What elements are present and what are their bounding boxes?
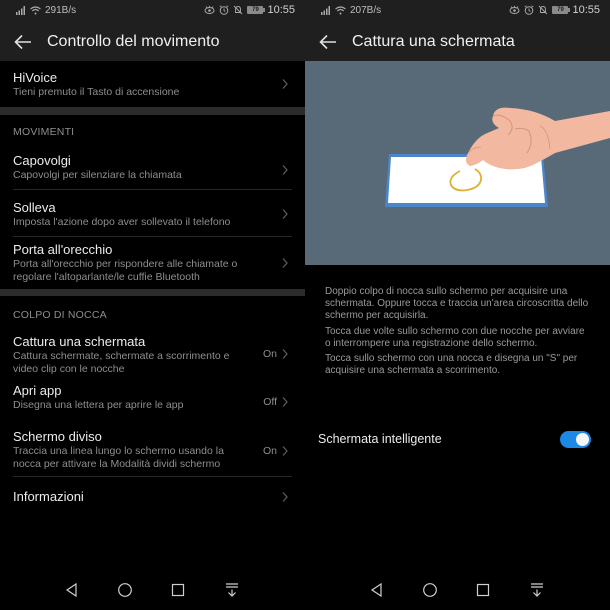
item-title: Schermo diviso [13,429,102,444]
chevron-right-icon [282,492,288,502]
alarm-icon [220,5,229,15]
back-icon[interactable] [64,582,80,598]
screenshot-settings-screen: 207B/s 79 10:55 Cattura una schermata Do… [305,0,610,610]
description-paragraph: Tocca due volte sullo schermo con due no… [325,325,585,349]
notification-pull-icon[interactable] [529,582,545,598]
network-speed: 207B/s [350,5,382,16]
section-divider [0,289,305,296]
clock: 10:55 [572,4,600,16]
item-title: Porta all'orecchio [13,242,113,257]
wifi-icon [335,6,346,15]
eye-comfort-icon [204,5,215,14]
list-item-apri-app[interactable]: Apri app Disegna una lettera per aprire … [0,379,305,424]
alarm-icon [525,5,534,15]
smart-screenshot-label: Schermata intelligente [318,432,442,446]
item-title: Informazioni [13,489,84,504]
status-bar: 207B/s 79 10:55 [305,0,610,22]
wifi-icon [30,6,41,15]
signal-icon [321,6,330,15]
home-icon[interactable] [422,582,438,598]
app-bar: 291B/s 79 10:55 Controllo del movimento [0,0,305,61]
chevron-right-icon [282,396,288,407]
item-title: Capovolgi [13,153,71,168]
section-header-movimenti: MOVIMENTI [13,126,75,138]
list-item-cattura-schermata[interactable]: Cattura una schermata Cattura schermate,… [0,329,305,379]
battery-icon: 79 [552,6,571,14]
smart-screenshot-toggle[interactable] [560,431,591,448]
network-speed: 291B/s [45,5,77,16]
page-title: Cattura una schermata [352,33,515,50]
battery-icon: 79 [247,6,266,14]
list-item-capovolgi[interactable]: Capovolgi Capovolgi per silenziare la ch… [0,149,305,190]
state-label: On [262,444,277,457]
clock: 10:55 [267,4,295,16]
chevron-right-icon [282,445,288,456]
item-title: Solleva [13,200,56,215]
navigation-bar [305,570,610,610]
knuckle-gesture-illustration [305,61,610,265]
app-bar: 207B/s 79 10:55 Cattura una schermata [305,0,610,61]
item-subtitle: Porta all'orecchio per rispondere alle c… [13,258,238,283]
chevron-right-icon [282,164,288,175]
state-label: On [262,348,277,360]
item-subtitle: Traccia una linea lungo lo schermo usand… [13,445,224,470]
list-item-porta-all-orecchio[interactable]: Porta all'orecchio Porta all'orecchio pe… [0,237,305,289]
chevron-right-icon [282,79,288,89]
section-divider [0,107,305,115]
list-item-schermo-diviso[interactable]: Schermo diviso Traccia una linea lungo l… [0,424,305,477]
item-title: HiVoice [13,70,58,85]
mute-icon [234,5,243,15]
status-bar: 291B/s 79 10:55 [0,0,305,22]
item-title: Cattura una schermata [13,334,146,349]
back-icon[interactable] [369,582,385,598]
chevron-right-icon [282,349,288,359]
description-paragraph: Tocca sullo schermo con una nocca e dise… [325,353,578,377]
list-item-solleva[interactable]: Solleva Imposta l'azione dopo aver solle… [0,190,305,237]
signal-icon [16,6,25,15]
page-title: Controllo del movimento [47,33,220,50]
list-item-informazioni[interactable]: Informazioni [0,477,305,517]
mute-icon [539,5,548,15]
list-item-hivoice[interactable]: HiVoice Tieni premuto il Tasto di accens… [0,61,305,107]
description-text: Doppio colpo di nocca sullo schermo per … [325,286,592,380]
description-paragraph: Doppio colpo di nocca sullo schermo per … [325,286,589,322]
navigation-bar [0,570,305,610]
item-title: Apri app [13,383,62,398]
section-header-colpo-di-nocca: COLPO DI NOCCA [13,309,107,321]
illustration-graphic [385,107,610,207]
hand-illustration [465,107,610,170]
recents-icon[interactable] [475,582,491,598]
notification-pull-icon[interactable] [224,582,240,598]
home-icon[interactable] [117,582,133,598]
smart-screenshot-row: Schermata intelligente [305,428,610,452]
item-subtitle: Tieni premuto il Tasto di accensione [13,86,180,98]
back-arrow-icon[interactable] [318,32,338,52]
state-label: Off [263,395,277,408]
item-subtitle: Imposta l'azione dopo aver sollevato il … [13,216,231,228]
toggle-knob [576,433,589,446]
chevron-right-icon [282,208,288,219]
eye-comfort-icon [509,5,520,14]
motion-control-screen: 291B/s 79 10:55 Controllo del movimento … [0,0,305,610]
item-subtitle: Disegna una lettera per aprire le app [13,399,184,411]
chevron-right-icon [282,258,288,268]
item-subtitle: Capovolgi per silenziare la chiamata [13,169,182,181]
back-arrow-icon[interactable] [13,32,33,52]
recents-icon[interactable] [170,582,186,598]
item-subtitle: Cattura schermate, schermate a scorrimen… [13,350,230,375]
